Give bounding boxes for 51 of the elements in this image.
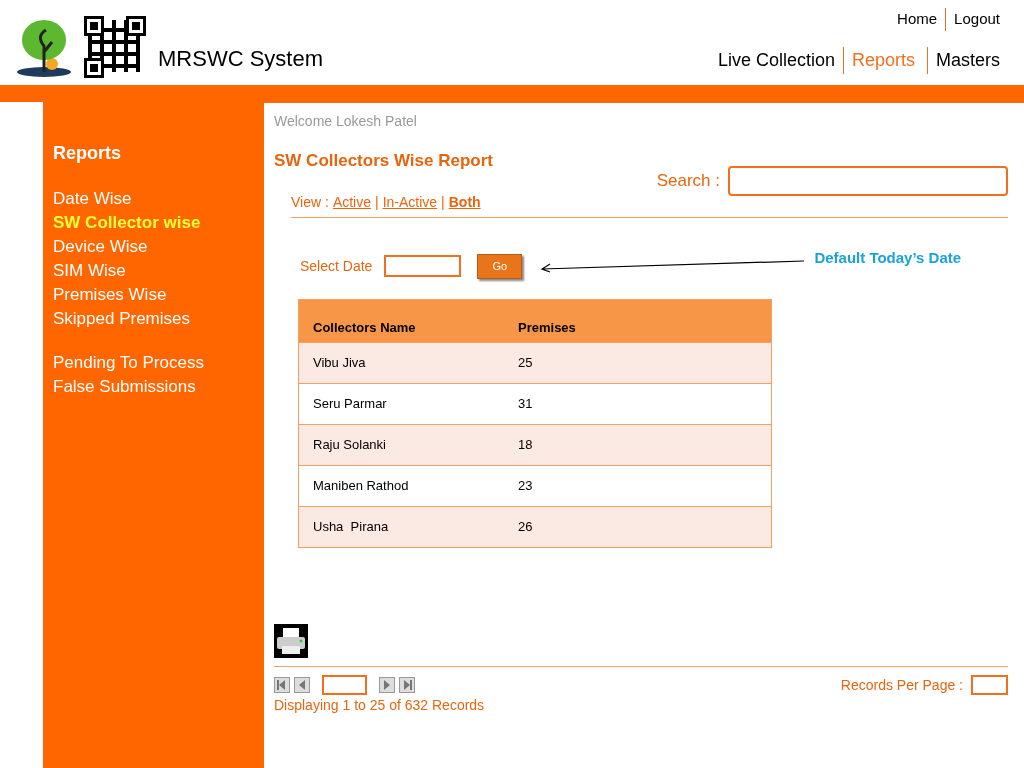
welcome-text: Welcome Lokesh Patel [274, 112, 418, 131]
records-per-page-label: Records Per Page : [840, 675, 963, 695]
sidebar-item[interactable]: SW Collector wise [53, 211, 254, 235]
view-label: View : [291, 192, 329, 212]
table-cell-text: Raju Solanki [312, 435, 387, 454]
printer-icon[interactable] [274, 623, 308, 658]
last-page-icon[interactable] [399, 676, 415, 693]
table-cell-text: Usha Pirana [312, 517, 390, 536]
page-number-field[interactable] [322, 674, 367, 695]
nav-tab[interactable]: Masters [927, 46, 1008, 74]
column-header: Collectors Name [312, 319, 417, 337]
first-page-icon[interactable] [274, 676, 290, 693]
go-button[interactable]: Go [477, 253, 523, 279]
view-link[interactable]: Active [332, 191, 371, 213]
sidebar-item[interactable]: False Submissions [53, 375, 254, 399]
header-link[interactable]: Home [889, 8, 946, 31]
table-cell-text: 31 [518, 394, 533, 413]
view-link[interactable]: Both [448, 191, 481, 213]
sidebar-heading: Reports [53, 142, 122, 165]
table-cell-text: Seru Parmar [312, 394, 388, 413]
qr-code-icon [84, 15, 146, 78]
table-cell-text: Vibu Jiva [312, 353, 367, 372]
sidebar-item[interactable]: Pending To Process [53, 351, 254, 375]
table-cell-text: 23 [518, 476, 533, 495]
sidebar-item[interactable]: SIM Wise [53, 259, 254, 283]
sidebar-item[interactable]: Device Wise [53, 235, 254, 259]
header-link[interactable]: Logout [945, 8, 1008, 31]
nav-tab[interactable]: Live Collection [709, 46, 843, 74]
table-cell-text: Maniben Rathod [312, 476, 410, 495]
search-label: Search : [656, 169, 720, 192]
page-title: SW Collectors Wise Report [274, 150, 494, 172]
view-link[interactable]: In-Active [382, 191, 438, 213]
previous-page-icon[interactable] [294, 676, 310, 693]
table-cell-text: 26 [518, 517, 533, 536]
nav-tab[interactable]: Reports [842, 46, 927, 74]
records-status: Displaying 1 to 25 of 632 Records [274, 695, 485, 715]
separator: | [441, 192, 445, 212]
select-date-label: Select Date [300, 256, 373, 276]
annotation-text: Default Today’s Date [814, 247, 962, 268]
sidebar-item[interactable]: Date Wise [53, 187, 254, 211]
date-field[interactable] [384, 255, 462, 277]
search-field[interactable] [728, 165, 1008, 196]
records-per-page-field[interactable] [971, 675, 1008, 695]
table-cell-text: 25 [518, 353, 533, 372]
table-cell-text: 18 [518, 435, 533, 454]
sidebar-item[interactable]: Premises Wise [53, 283, 254, 307]
column-header: Premises [518, 319, 576, 337]
next-page-icon[interactable] [379, 676, 395, 693]
separator: | [375, 192, 379, 212]
sidebar-item[interactable]: Skipped Premises [53, 307, 254, 331]
app-title: MRSWC System [158, 45, 323, 73]
